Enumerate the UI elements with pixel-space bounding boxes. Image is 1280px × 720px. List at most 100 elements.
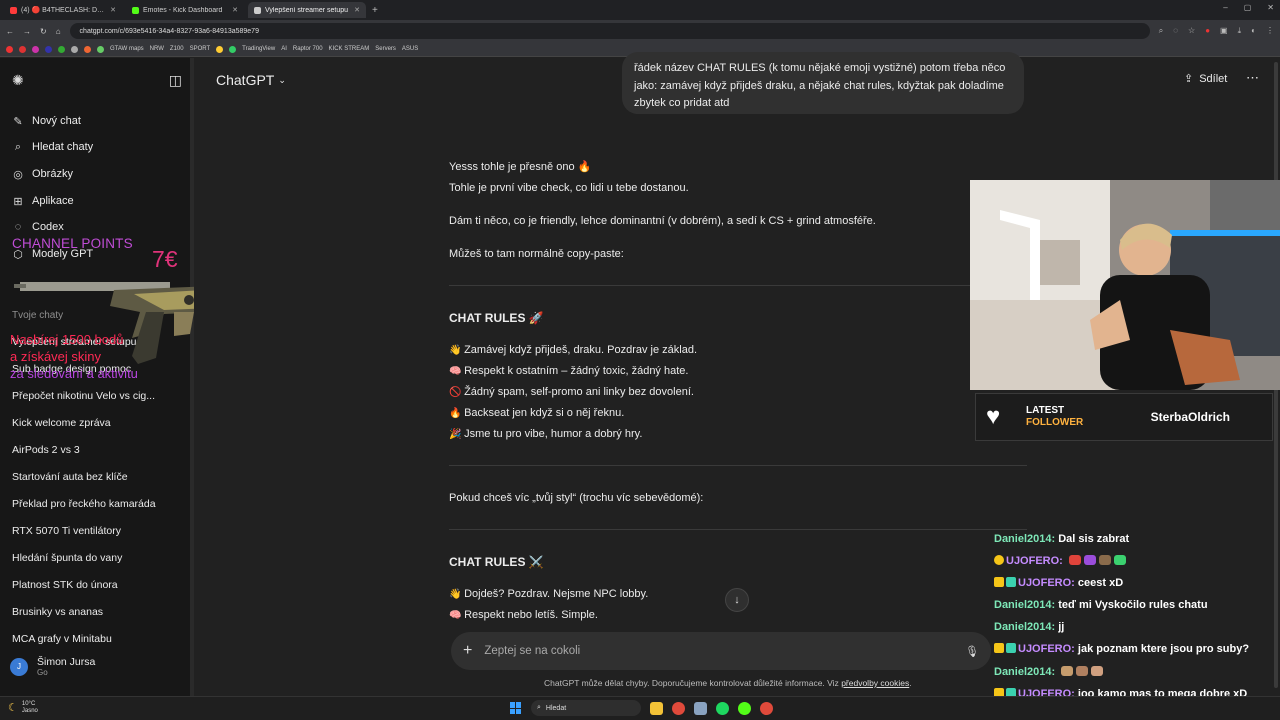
bookmark-icon[interactable]: [6, 45, 13, 53]
taskbar-apps: ⌕ Hledat: [510, 700, 773, 716]
bookmark-icon[interactable]: [97, 45, 104, 53]
tab-title: (4) 🔴 B4THECLASH: Dateli+Kr...: [21, 7, 106, 14]
eye-off-icon[interactable]: ◌: [1173, 26, 1178, 36]
bookmark-gtaw-maps[interactable]: GTAW maps: [110, 46, 144, 52]
bookmark-sport[interactable]: SPORT: [190, 46, 211, 52]
chat-item[interactable]: Hledání špunta do vany: [0, 544, 194, 571]
chat-item[interactable]: Přepočet nikotinu Velo vs cig...: [0, 382, 194, 409]
bookmark-icon[interactable]: [58, 45, 65, 53]
bookmark-icon[interactable]: [45, 45, 52, 53]
browser-tab-kick[interactable]: Emotes - Kick Dashboard ✕: [126, 2, 244, 18]
apps-icon: ⊞: [13, 195, 23, 208]
nav-images[interactable]: ◎ Obrázky: [12, 165, 73, 183]
bookmark-servers[interactable]: Servers: [375, 46, 396, 52]
bookmark-icon[interactable]: [19, 45, 26, 53]
bookmark-ai[interactable]: AI: [281, 46, 287, 52]
prohibited-icon: 🚫: [449, 387, 462, 398]
bookmark-raptor[interactable]: Raptor 700: [293, 46, 323, 52]
kick-icon[interactable]: [738, 701, 751, 715]
plus-icon[interactable]: +: [463, 642, 472, 660]
chat-item[interactable]: Překlad pro řeckého kamaráda: [0, 490, 194, 517]
bookmark-icon[interactable]: [32, 45, 39, 53]
bookmark-nrw[interactable]: NRW: [150, 46, 164, 52]
browser-tab-youtube[interactable]: (4) 🔴 B4THECLASH: Dateli+Kr... ✕: [4, 2, 122, 18]
rules-heading: CHAT RULES ⚔️: [449, 555, 544, 569]
star-icon[interactable]: ☆: [1188, 26, 1195, 36]
extension-icon[interactable]: ●: [1205, 26, 1210, 36]
rule-item: 🧠 Respekt k ostatním – žádný toxic, žádn…: [449, 361, 1029, 382]
bookmark-icon[interactable]: [84, 45, 91, 53]
rule-item: 🚫 Žádný spam, self-promo ani linky bez d…: [449, 382, 1029, 403]
scroll-down-button[interactable]: ↓: [725, 588, 749, 612]
bookmark-z100[interactable]: Z100: [170, 46, 184, 52]
model-selector[interactable]: ChatGPT ⌄: [216, 72, 286, 88]
windows-start-icon[interactable]: [510, 702, 522, 714]
promo-line: a získávej skiny: [10, 349, 102, 364]
microphone-icon[interactable]: 🎙: [965, 645, 979, 658]
download-icon[interactable]: ⤓: [1238, 26, 1242, 36]
settings-icon[interactable]: [694, 701, 707, 715]
url-field[interactable]: chatgpt.com/c/693e5416-34a4-8327-93a6-84…: [69, 23, 1150, 39]
close-tab-icon[interactable]: ✕: [354, 6, 360, 14]
profile-icon[interactable]: ◐: [1251, 26, 1256, 36]
taskbar-search[interactable]: ⌕ Hledat: [531, 700, 641, 716]
bookmark-asus[interactable]: ASUS: [402, 46, 418, 52]
toggle-sidebar-icon[interactable]: ◫: [169, 72, 182, 89]
nav-new-chat[interactable]: ✎ Nový chat: [12, 112, 81, 130]
nav-apps[interactable]: ⊞ Aplikace: [12, 192, 73, 210]
nav-search-chats[interactable]: ⌕ Hledat chaty: [12, 138, 93, 156]
obs-icon[interactable]: [760, 701, 773, 715]
chat-text: Dal sis zabrat: [1058, 533, 1130, 545]
chat-item[interactable]: Kick welcome zpráva: [0, 409, 194, 436]
minimize-icon[interactable]: –: [1223, 3, 1227, 12]
cookies-link[interactable]: předvolby cookies: [841, 678, 909, 688]
chat-item[interactable]: RTX 5070 Ti ventilátory: [0, 517, 194, 544]
reload-icon[interactable]: ↻: [40, 27, 47, 36]
share-button[interactable]: ⇪ Sdílet: [1184, 72, 1227, 86]
nav-codex[interactable]: ◌ Codex: [12, 218, 64, 236]
chat-message: Daniel2014:: [994, 661, 1276, 683]
weather-widget[interactable]: ☾ 10°C Jasno: [8, 701, 38, 715]
puzzle-icon[interactable]: ▣: [1220, 26, 1228, 36]
user-profile[interactable]: J Šimon Jursa Go: [10, 656, 95, 677]
bookmark-icon[interactable]: [229, 45, 237, 53]
assistant-line: Yesss tohle je přesně ono 🔥: [449, 161, 592, 173]
openai-logo-icon[interactable]: ✺: [12, 72, 24, 89]
close-tab-icon[interactable]: ✕: [110, 6, 116, 14]
more-options-icon[interactable]: ⋯: [1246, 70, 1259, 86]
chat-item[interactable]: Startování auta bez klíče: [0, 463, 194, 490]
bookmark-tradingview[interactable]: TradingView: [242, 46, 275, 52]
bookmark-icon[interactable]: [71, 45, 78, 53]
chat-item[interactable]: Platnost STK do února: [0, 571, 194, 598]
assistant-line: Tohle je první vibe check, co lidi u teb…: [449, 182, 689, 194]
webcam-feed: [970, 180, 1280, 390]
close-window-icon[interactable]: ✕: [1267, 3, 1274, 12]
zoom-icon[interactable]: ⌕: [1159, 26, 1163, 36]
forward-icon[interactable]: →: [23, 27, 31, 36]
menu-icon[interactable]: ⋮: [1266, 26, 1274, 36]
spotify-icon[interactable]: [716, 701, 729, 715]
file-explorer-icon[interactable]: [650, 701, 663, 715]
maximize-icon[interactable]: ▢: [1244, 3, 1252, 12]
address-bar-row: ← → ↻ ⌂ chatgpt.com/c/693e5416-34a4-8327…: [0, 20, 1280, 42]
channel-points-title: CHANNEL POINTS: [12, 236, 133, 251]
back-icon[interactable]: ←: [6, 27, 14, 36]
chat-text: jj: [1058, 621, 1065, 633]
nav-label: Obrázky: [32, 168, 73, 180]
follower-name: SterbaOldrich: [1150, 410, 1230, 424]
new-tab-button[interactable]: +: [372, 5, 378, 16]
prompt-input[interactable]: [484, 645, 954, 657]
chat-item[interactable]: AirPods 2 vs 3: [0, 436, 194, 463]
emote-icon: [1083, 555, 1096, 565]
rule-text: Žádný spam, self-promo ani linky bez dov…: [464, 386, 694, 398]
bookmark-icon[interactable]: [216, 45, 224, 53]
chevron-down-icon: ⌄: [278, 74, 286, 85]
home-icon[interactable]: ⌂: [56, 27, 61, 36]
close-tab-icon[interactable]: ✕: [232, 6, 238, 14]
chat-item[interactable]: Brusinky vs ananas: [0, 598, 194, 625]
browser-tab-chatgpt[interactable]: Vylepšení streamer setupu ✕: [248, 2, 366, 18]
chat-item[interactable]: MCA grafy v Minitabu: [0, 625, 194, 652]
bookmark-kick-stream[interactable]: KICK STREAM: [329, 46, 370, 52]
divider: [449, 529, 1027, 530]
chrome-icon[interactable]: [672, 701, 685, 715]
